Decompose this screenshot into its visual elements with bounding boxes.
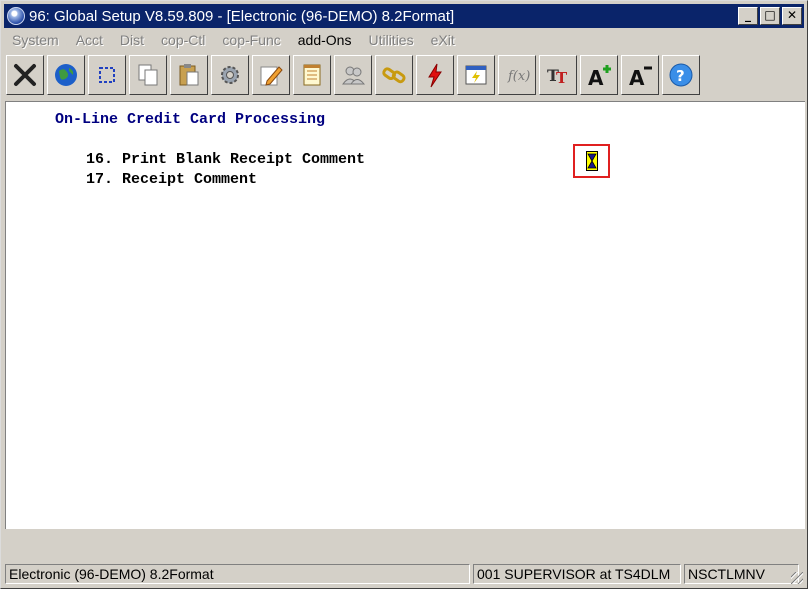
- link-icon: [382, 67, 406, 84]
- globe-icon: [55, 64, 77, 86]
- close-button[interactable]: ✕: [782, 7, 802, 25]
- status-bar: Electronic (96-DEMO) 8.2Format 001 SUPER…: [5, 564, 805, 586]
- main-content: On-Line Credit Card Processing 16. Print…: [5, 101, 805, 529]
- status-company: Electronic (96-DEMO) 8.2Format: [5, 564, 470, 584]
- app-globe-icon[interactable]: [7, 7, 25, 25]
- help-icon: ?: [669, 63, 693, 87]
- svg-text:T: T: [556, 69, 568, 87]
- function-button[interactable]: f(x): [498, 55, 536, 95]
- select-box-button[interactable]: [88, 55, 126, 95]
- window-title: 96: Global Setup V8.59.809 - [Electronic…: [29, 7, 455, 25]
- font-increase-button[interactable]: A: [580, 55, 618, 95]
- option-17[interactable]: 17. Receipt Comment: [86, 171, 257, 188]
- svg-text:A: A: [629, 66, 645, 89]
- function-icon: f(x): [507, 69, 530, 84]
- font-icon: TT: [547, 66, 568, 87]
- paste-button[interactable]: [170, 55, 208, 95]
- svg-text:A: A: [588, 66, 604, 89]
- minimize-button[interactable]: _: [738, 7, 758, 25]
- select-box-icon: [99, 67, 115, 83]
- page-heading: On-Line Credit Card Processing: [55, 111, 326, 128]
- globe-button[interactable]: [47, 55, 85, 95]
- resize-grip-icon[interactable]: [791, 572, 803, 584]
- copy-icon: [138, 64, 158, 86]
- toolbar: f(x) TT A A ?: [4, 52, 804, 98]
- menu-dist[interactable]: Dist: [112, 32, 153, 48]
- calendar-button[interactable]: [457, 55, 495, 95]
- menu-add-ons[interactable]: add-Ons: [290, 32, 361, 48]
- maximize-button[interactable]: □: [760, 7, 780, 25]
- menu-utilities[interactable]: Utilities: [360, 32, 422, 48]
- users-icon: [342, 66, 366, 85]
- menu-cop-ctl[interactable]: cop-Ctl: [153, 32, 214, 48]
- font-button[interactable]: TT: [539, 55, 577, 95]
- status-program: NSCTLMNV: [684, 564, 799, 584]
- users-button[interactable]: [334, 55, 372, 95]
- svg-text:?: ?: [676, 67, 685, 85]
- svg-text:f(x): f(x): [507, 69, 530, 84]
- settings-button[interactable]: [211, 55, 249, 95]
- font-increase-icon: A: [588, 65, 611, 89]
- close-x-icon: [14, 64, 36, 86]
- title-bar[interactable]: 96: Global Setup V8.59.809 - [Electronic…: [4, 4, 804, 28]
- settings-gear-icon: [221, 66, 239, 84]
- link-button[interactable]: [375, 55, 413, 95]
- menu-bar: System Acct Dist cop-Ctl cop-Func add-On…: [4, 29, 804, 50]
- content-footer-band: [5, 529, 805, 559]
- font-decrease-button[interactable]: A: [621, 55, 659, 95]
- status-user: 001 SUPERVISOR at TS4DLM: [473, 564, 681, 584]
- option-16[interactable]: 16. Print Blank Receipt Comment: [86, 151, 365, 168]
- font-decrease-icon: A: [629, 66, 652, 89]
- menu-cop-func[interactable]: cop-Func: [214, 32, 289, 48]
- app-window: 96: Global Setup V8.59.809 - [Electronic…: [0, 0, 808, 589]
- paste-icon: [179, 64, 199, 86]
- notepad-icon: [303, 64, 321, 86]
- window-controls: _ □ ✕: [736, 7, 802, 25]
- notepad-button[interactable]: [293, 55, 331, 95]
- menu-exit[interactable]: eXit: [423, 32, 464, 48]
- calendar-icon: [465, 65, 487, 85]
- edit-pencil-icon: [260, 66, 283, 86]
- hourglass-icon: [585, 151, 598, 171]
- copy-button[interactable]: [129, 55, 167, 95]
- menu-system[interactable]: System: [4, 32, 68, 48]
- lightning-icon: [428, 63, 442, 88]
- help-button[interactable]: ?: [662, 55, 700, 95]
- lightning-button[interactable]: [416, 55, 454, 95]
- busy-cursor-highlight: [573, 144, 610, 178]
- close-x-button[interactable]: [6, 55, 44, 95]
- menu-acct[interactable]: Acct: [68, 32, 112, 48]
- edit-button[interactable]: [252, 55, 290, 95]
